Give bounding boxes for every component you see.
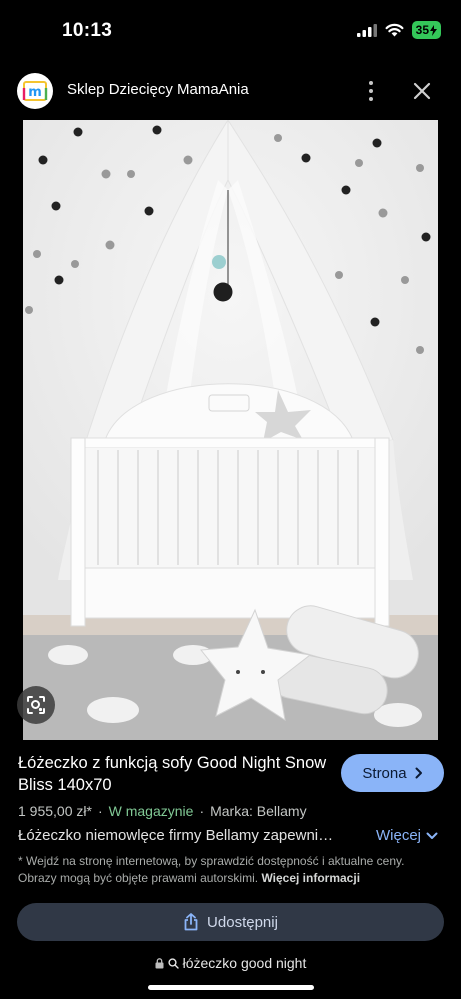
visit-site-label: Strona bbox=[362, 764, 407, 782]
availability: W magazynie bbox=[108, 803, 194, 819]
wifi-icon bbox=[385, 23, 404, 37]
chevron-down-icon bbox=[426, 832, 438, 839]
more-label: Więcej bbox=[376, 827, 422, 844]
brand: Marka: Bellamy bbox=[210, 803, 307, 819]
share-label: Udostępnij bbox=[207, 913, 278, 931]
meta-separator: · bbox=[97, 803, 103, 819]
share-icon bbox=[184, 913, 198, 931]
visit-site-button[interactable]: Strona bbox=[341, 754, 444, 792]
product-description: Łóżeczko niemowlęce firmy Bellamy zapewn… bbox=[18, 827, 334, 844]
site-logo[interactable]: m bbox=[17, 73, 53, 109]
disclaimer: * Wejdź na stronę internetową, by sprawd… bbox=[18, 853, 438, 887]
status-time: 10:13 bbox=[62, 20, 113, 41]
crib-photo bbox=[23, 120, 438, 740]
more-info-link[interactable]: Więcej informacji bbox=[261, 871, 360, 885]
status-bar: 10:13 35 bbox=[0, 0, 461, 62]
status-icons: 35 bbox=[356, 21, 441, 39]
more-vert-icon[interactable] bbox=[360, 76, 382, 106]
product-meta: 1 955,00 zł* · W magazynie · Marka: Bell… bbox=[18, 803, 307, 819]
share-button[interactable]: Udostępnij bbox=[17, 903, 444, 941]
battery-level: 35 bbox=[415, 23, 429, 37]
close-icon[interactable] bbox=[408, 77, 436, 105]
mamaania-logo-icon: m bbox=[22, 81, 48, 101]
svg-text:m: m bbox=[28, 85, 42, 100]
more-button[interactable]: Więcej bbox=[376, 827, 438, 844]
chevron-right-icon bbox=[415, 767, 422, 779]
search-icon bbox=[168, 957, 179, 969]
home-indicator[interactable] bbox=[148, 985, 314, 990]
product-title[interactable]: Łóżeczko z funkcją sofy Good Night Snow … bbox=[18, 752, 338, 796]
site-name[interactable]: Sklep Dziecięcy MamaAnia bbox=[67, 81, 249, 98]
url-bar[interactable]: łóżeczko good night bbox=[0, 955, 461, 971]
lens-icon[interactable] bbox=[17, 686, 55, 724]
battery-icon: 35 bbox=[411, 21, 441, 39]
url-query: łóżeczko good night bbox=[182, 955, 307, 971]
price: 1 955,00 zł* bbox=[18, 803, 92, 819]
source-header: m Sklep Dziecięcy MamaAnia bbox=[0, 62, 461, 120]
lock-icon bbox=[155, 957, 164, 968]
meta-separator: · bbox=[199, 803, 205, 819]
product-image[interactable] bbox=[23, 120, 438, 740]
signal-icon bbox=[356, 23, 377, 37]
